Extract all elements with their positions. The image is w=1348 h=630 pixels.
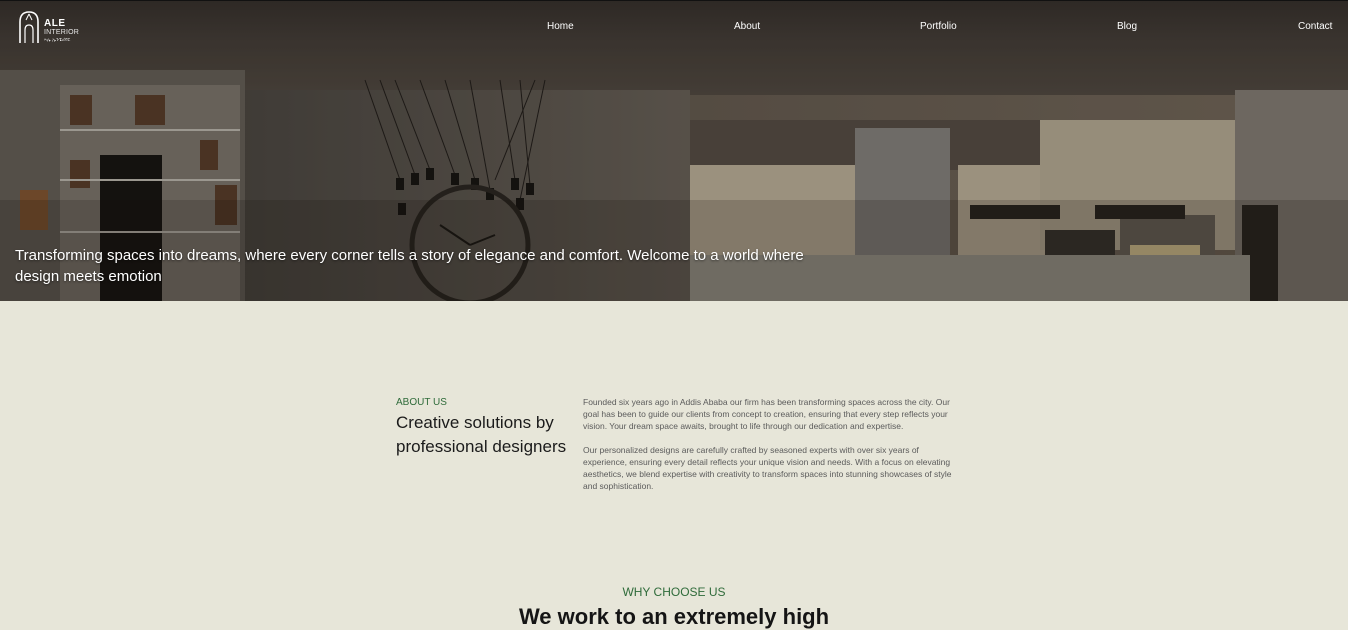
- about-paragraph-2: Our personalized designs are carefully c…: [583, 445, 952, 491]
- nav-link-home[interactable]: Home: [547, 21, 574, 32]
- arch-logo-icon: [19, 11, 39, 43]
- why-section-label: WHY CHOOSE US: [622, 585, 726, 599]
- nav-link-blog[interactable]: Blog: [1117, 21, 1137, 32]
- why-section-title: We work to an extremely high: [518, 604, 830, 629]
- logo-line-2: INTERIOR: [44, 29, 80, 36]
- about-section-title: Creative solutions by professional desig…: [396, 413, 567, 456]
- about-section-label: ABOUT US: [396, 397, 447, 408]
- brand-logo[interactable]: ALE INTERIOR ኣሌ ኢንቴሪየር: [17, 10, 79, 46]
- logo-line-1: ALE: [44, 18, 66, 29]
- top-navbar: ALE INTERIOR ኣሌ ኢንቴሪየር Home About Portfo…: [0, 0, 1348, 53]
- hero-section: ALE INTERIOR ኣሌ ኢንቴሪየር Home About Portfo…: [0, 0, 1348, 301]
- nav-link-about[interactable]: About: [734, 21, 760, 32]
- nav-link-contact[interactable]: Contact: [1298, 21, 1332, 32]
- nav-link-portfolio[interactable]: Portfolio: [920, 21, 957, 32]
- hero-tagline: Transforming spaces into dreams, where e…: [15, 247, 804, 285]
- about-paragraph-1: Founded six years ago in Addis Ababa our…: [583, 397, 950, 431]
- logo-line-3: ኣሌ ኢንቴሪየር: [44, 37, 71, 43]
